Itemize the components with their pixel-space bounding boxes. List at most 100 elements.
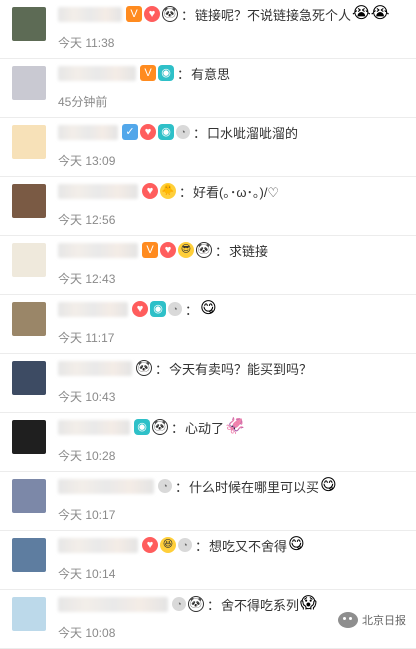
watermark: 北京日报	[338, 612, 406, 628]
cool-face-icon: 😎	[178, 242, 194, 258]
wechat-icon	[338, 612, 358, 628]
fan-badge-icon: ♥	[140, 124, 156, 140]
camera-badge-icon: ◉	[158, 124, 174, 140]
verified-badge-icon: ✓	[122, 124, 138, 140]
avatar[interactable]	[12, 420, 46, 454]
emoji-icon: 😋	[320, 477, 337, 494]
colon: ：	[175, 479, 189, 495]
camera-badge-icon: ◉	[134, 419, 150, 435]
comment-text: 链接呢？不说链接急死个人	[195, 7, 352, 23]
emoji-icon: 😋	[288, 536, 305, 553]
blurred-username[interactable]	[58, 596, 168, 612]
fan-badge-icon: ♥	[132, 301, 148, 317]
colon: ：	[155, 361, 169, 377]
comment-time: 今天 10:08	[58, 626, 116, 640]
comment-time: 今天 13:09	[58, 154, 116, 168]
fan-badge-icon: ♥	[160, 242, 176, 258]
comment-row[interactable]: 🐼：今天有卖吗？能买到吗？ 今天 10:43	[0, 354, 416, 413]
watch-badge-icon: ◔	[168, 302, 182, 316]
blurred-username[interactable]	[58, 478, 154, 494]
avatar[interactable]	[12, 125, 46, 159]
avatar[interactable]	[12, 243, 46, 277]
blurred-username[interactable]	[58, 301, 128, 317]
panda-icon: 🐼	[152, 419, 168, 435]
blurred-username[interactable]	[58, 537, 138, 553]
blurred-username[interactable]	[58, 6, 122, 22]
comment-row[interactable]: V ◉：有意思 45分钟前	[0, 59, 416, 118]
colon: ：	[195, 538, 209, 554]
colon: ：	[215, 243, 229, 259]
vip-badge-icon: V	[140, 65, 156, 81]
comment-time: 今天 10:43	[58, 390, 116, 404]
comment-text: 想吃又不舍得	[209, 538, 288, 554]
comment-row[interactable]: V ♥ 😎 🐼：求链接今天 12:43	[0, 236, 416, 295]
vip-badge-icon: V	[126, 6, 142, 22]
camera-badge-icon: ◉	[158, 65, 174, 81]
comment-row[interactable]: ◔：什么时候在哪里可以买 😋 今天 10:17	[0, 472, 416, 531]
avatar[interactable]	[12, 7, 46, 41]
avatar[interactable]	[12, 597, 46, 631]
colon: ：	[193, 125, 207, 141]
blurred-username[interactable]	[58, 360, 132, 376]
fan-badge-icon: ♥	[142, 183, 158, 199]
avatar[interactable]	[12, 538, 46, 572]
panda-icon: 🐼	[188, 596, 204, 612]
blurred-username[interactable]	[58, 419, 130, 435]
colon: ：	[181, 7, 195, 23]
watch-badge-icon: ◔	[158, 479, 172, 493]
comment-row[interactable]: V ♥ 🐼：链接呢？不说链接急死个人 😭😭 今天 11:38	[0, 0, 416, 59]
blurred-username[interactable]	[58, 183, 138, 199]
comment-text: 求链接	[229, 243, 269, 259]
panda-icon: 🐼	[196, 242, 212, 258]
duck-icon: 🐥	[160, 183, 176, 199]
colon: ：	[177, 66, 191, 82]
comment-time: 45分钟前	[58, 95, 108, 109]
comment-row[interactable]: ♥ 🐥：好看(｡･ω･｡)/♡ 今天 12:56	[0, 177, 416, 236]
comment-time: 今天 11:17	[58, 331, 115, 345]
grin-face-icon: 😆	[160, 537, 176, 553]
blurred-username[interactable]	[58, 124, 118, 140]
comment-row[interactable]: ✓ ♥ ◉ ◔：口水呲溜呲溜的今天 13:09	[0, 118, 416, 177]
comment-time: 今天 12:43	[58, 272, 116, 286]
watermark-label: 北京日报	[362, 615, 406, 627]
watch-badge-icon: ◔	[176, 125, 190, 139]
comment-text: 什么时候在哪里可以买	[189, 479, 320, 495]
comment-row[interactable]: ◉ 🐼：心动了 🦑 今天 10:28	[0, 413, 416, 472]
blurred-username[interactable]	[58, 65, 136, 81]
emoji-icon: 😭😭	[352, 5, 390, 22]
watch-badge-icon: ◔	[172, 597, 186, 611]
comment-text: 今天有卖吗？能买到吗？	[169, 361, 313, 377]
comment-time: 今天 11:38	[58, 36, 115, 50]
avatar[interactable]	[12, 479, 46, 513]
emoji-icon: 😱	[300, 595, 317, 612]
emoji-icon: 🦑	[225, 418, 245, 435]
comment-text: 好看(｡･ω･｡)/♡	[193, 184, 280, 200]
panda-icon: 🐼	[136, 360, 152, 376]
blurred-username[interactable]	[58, 242, 138, 258]
comment-text: 心动了	[185, 420, 225, 436]
colon: ：	[185, 302, 199, 318]
avatar[interactable]	[12, 302, 46, 336]
avatar[interactable]	[12, 361, 46, 395]
comment-list: V ♥ 🐼：链接呢？不说链接急死个人 😭😭 今天 11:38 V ◉：有意思 45分钟前 ✓ ♥ ◉…	[0, 0, 416, 649]
comment-row[interactable]: ♥ ◉ ◔： 😋 今天 11:17	[0, 295, 416, 354]
vip-badge-icon: V	[142, 242, 158, 258]
avatar[interactable]	[12, 184, 46, 218]
comment-time: 今天 10:17	[58, 508, 116, 522]
panda-icon: 🐼	[162, 6, 178, 22]
comment-row[interactable]: ♥ 😆 ◔：想吃又不舍得 😋 今天 10:14	[0, 531, 416, 590]
fan-badge-icon: ♥	[142, 537, 158, 553]
avatar[interactable]	[12, 66, 46, 100]
comment-time: 今天 10:14	[58, 567, 116, 581]
comment-text: 口水呲溜呲溜的	[207, 125, 299, 141]
comment-text: 有意思	[191, 66, 231, 82]
comment-text: 舍不得吃系列	[221, 597, 300, 613]
watch-badge-icon: ◔	[178, 538, 192, 552]
comment-time: 今天 12:56	[58, 213, 116, 227]
colon: ：	[179, 184, 193, 200]
colon: ：	[171, 420, 185, 436]
comment-time: 今天 10:28	[58, 449, 116, 463]
emoji-icon: 😋	[200, 300, 217, 317]
camera-badge-icon: ◉	[150, 301, 166, 317]
colon: ：	[207, 597, 221, 613]
